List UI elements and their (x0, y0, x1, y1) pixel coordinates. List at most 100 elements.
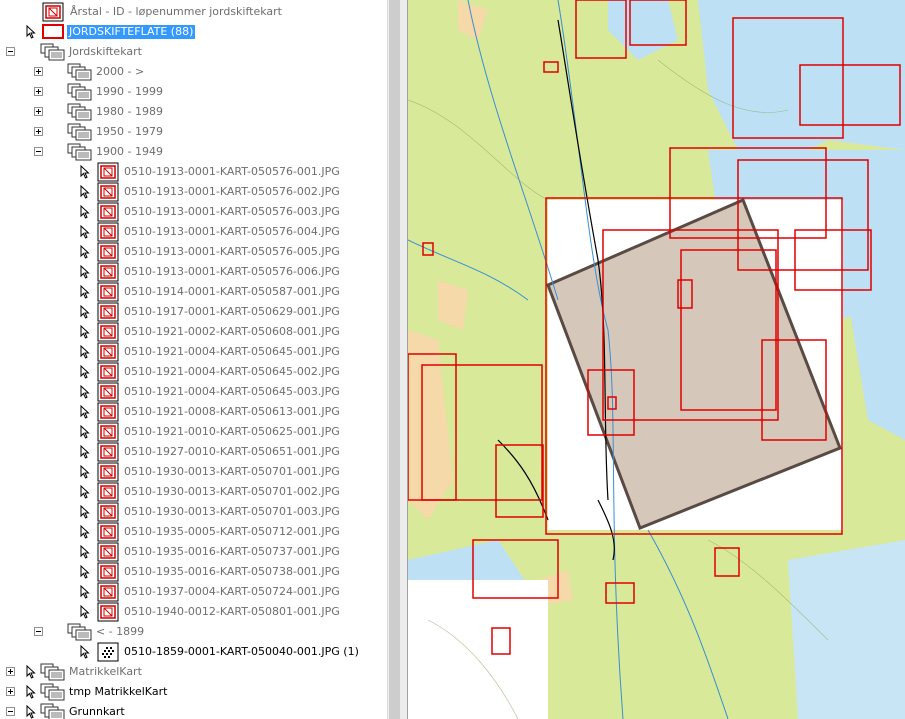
raster-symbol-icon (97, 302, 119, 322)
expand-toggle-icon[interactable] (34, 107, 43, 116)
raster-item-label: 0510-1913-0001-KART-050576-005.JPG (124, 245, 340, 258)
subgroup-label: 1990 - 1999 (96, 85, 163, 98)
raster-symbol-icon (97, 282, 119, 302)
raster-item-row[interactable]: 0510-1913-0001-KART-050576-004.JPG (0, 222, 387, 242)
raster-item-label: 0510-1937-0004-KART-050724-001.JPG (124, 585, 340, 598)
raster-symbol-icon (97, 522, 119, 542)
raster-item-label: 0510-1927-0010-KART-050651-001.JPG (124, 445, 340, 458)
raster-item-row[interactable]: 0510-1940-0012-KART-050801-001.JPG (0, 602, 387, 622)
panel-splitter[interactable] (400, 0, 408, 719)
map-view[interactable] (408, 0, 905, 719)
raster-item-label: 0510-1913-0001-KART-050576-006.JPG (124, 265, 340, 278)
tree-row-subgroup[interactable]: 2000 - > (0, 62, 387, 82)
expand-toggle-icon[interactable] (6, 667, 15, 676)
raster-symbol-icon (97, 422, 119, 442)
raster-symbol-icon (97, 162, 119, 182)
raster-item-row[interactable]: 0510-1935-0016-KART-050737-001.JPG (0, 542, 387, 562)
raster-item-label: 0510-1913-0001-KART-050576-003.JPG (124, 205, 340, 218)
raster-item-row[interactable]: 0510-1930-0013-KART-050701-001.JPG (0, 462, 387, 482)
raster-item-row[interactable]: 0510-1913-0001-KART-050576-005.JPG (0, 242, 387, 262)
collapse-toggle-icon[interactable] (6, 707, 15, 716)
pointer-icon (80, 385, 90, 399)
pointer-icon (80, 485, 90, 499)
pointer-icon (80, 265, 90, 279)
raster-item-label: 0510-1930-0013-KART-050701-002.JPG (124, 485, 340, 498)
raster-item-label: 0510-1921-0008-KART-050613-001.JPG (124, 405, 340, 418)
raster-item-row[interactable]: 0510-1914-0001-KART-050587-001.JPG (0, 282, 387, 302)
raster-item-row[interactable]: 0510-1913-0001-KART-050576-002.JPG (0, 182, 387, 202)
raster-item-label: 0510-1913-0001-KART-050576-002.JPG (124, 185, 340, 198)
pointer-icon (80, 565, 90, 579)
tree-row-group-jordskiftekart[interactable]: Jordskiftekart (0, 42, 387, 62)
pointer-icon (80, 525, 90, 539)
expand-toggle-icon[interactable] (34, 127, 43, 136)
tree-scrollbar[interactable] (387, 0, 401, 719)
tree-row-subgroup[interactable]: 1900 - 1949 (0, 142, 387, 162)
collapse-toggle-icon[interactable] (34, 147, 43, 156)
raster-item-row[interactable]: 0510-1935-0005-KART-050712-001.JPG (0, 522, 387, 542)
raster-symbol-icon (97, 262, 119, 282)
tree-row-bottom-group[interactable]: tmp MatrikkelKart (0, 682, 387, 702)
tree-row-subgroup[interactable]: 1980 - 1989 (0, 102, 387, 122)
pointer-icon (80, 205, 90, 219)
tree-row-bottom-group[interactable]: Grunnkart (0, 702, 387, 719)
raster-symbol-icon (97, 482, 119, 502)
pointer-icon (80, 305, 90, 319)
collapse-toggle-icon[interactable] (6, 47, 15, 56)
raster-item-row[interactable]: 0510-1921-0004-KART-050645-001.JPG (0, 342, 387, 362)
tree-row-top-layer[interactable]: Årstal - ID - løpenummer jordskiftekart (0, 2, 387, 22)
raster-item-row[interactable]: 0510-1921-0008-KART-050613-001.JPG (0, 402, 387, 422)
scrollbar-thumb[interactable] (389, 0, 400, 719)
tree-row-subgroup[interactable]: 1990 - 1999 (0, 82, 387, 102)
bottom-group-label: tmp MatrikkelKart (69, 685, 168, 698)
subgroup-label: 2000 - > (96, 65, 145, 78)
expand-toggle-icon[interactable] (34, 87, 43, 96)
raster-symbol-icon (97, 342, 119, 362)
pointer-icon (80, 545, 90, 559)
top-layer-label: Årstal - ID - løpenummer jordskiftekart (70, 5, 282, 18)
collapse-toggle-icon[interactable] (34, 627, 43, 636)
raster-item-label: 0510-1913-0001-KART-050576-001.JPG (124, 165, 340, 178)
raster-symbol-icon (97, 502, 119, 522)
raster-item-row[interactable]: 0510-1921-0004-KART-050645-002.JPG (0, 362, 387, 382)
group-label: Jordskiftekart (69, 45, 142, 58)
raster-item-row[interactable]: 0510-1913-0001-KART-050576-001.JPG (0, 162, 387, 182)
raster-item-label: 0510-1914-0001-KART-050587-001.JPG (124, 285, 340, 298)
group-layer-icon (40, 43, 65, 61)
group-layer-icon (67, 63, 92, 81)
raster-item-label: 0510-1930-0013-KART-050701-001.JPG (124, 465, 340, 478)
raster-item-row[interactable]: 0510-1917-0001-KART-050629-001.JPG (0, 302, 387, 322)
raster-item-row[interactable]: 0510-1935-0016-KART-050738-001.JPG (0, 562, 387, 582)
tree-row-subgroup[interactable]: 1950 - 1979 (0, 122, 387, 142)
expand-toggle-icon[interactable] (6, 687, 15, 696)
raster-item-row[interactable]: 0510-1930-0013-KART-050701-002.JPG (0, 482, 387, 502)
subgroup-label: 1980 - 1989 (96, 105, 163, 118)
raster-item-row[interactable]: 0510-1913-0001-KART-050576-006.JPG (0, 262, 387, 282)
raster-item-row[interactable]: 0510-1937-0004-KART-050724-001.JPG (0, 582, 387, 602)
raster-item-label: 0510-1940-0012-KART-050801-001.JPG (124, 605, 340, 618)
pointer-icon (80, 645, 90, 659)
pointer-icon (80, 425, 90, 439)
tree-row-selected-layer[interactable]: JORDSKIFTEFLATE (88) (0, 22, 387, 42)
layer-tree-panel: Årstal - ID - løpenummer jordskiftekart … (0, 0, 387, 719)
raster-item-row[interactable]: 0510-1921-0010-KART-050625-001.JPG (0, 422, 387, 442)
raster-item-row[interactable]: 0510-1921-0002-KART-050608-001.JPG (0, 322, 387, 342)
group-layer-icon (40, 703, 65, 719)
raster-item-row[interactable]: 0510-1913-0001-KART-050576-003.JPG (0, 202, 387, 222)
raster-item-row[interactable]: 0510-1921-0004-KART-050645-003.JPG (0, 382, 387, 402)
tree-row-bottom-group[interactable]: MatrikkelKart (0, 662, 387, 682)
map-canvas[interactable] (408, 0, 905, 719)
tree-row-subgroup-old[interactable]: < - 1899 (0, 622, 387, 642)
pointer-icon (80, 285, 90, 299)
pointer-icon (80, 225, 90, 239)
expand-toggle-icon[interactable] (34, 67, 43, 76)
raster-item-row[interactable]: 0510-1927-0010-KART-050651-001.JPG (0, 442, 387, 462)
group-layer-icon (67, 103, 92, 121)
raster-symbol-icon (42, 2, 64, 22)
raster-symbol-icon (97, 462, 119, 482)
group-layer-icon (67, 623, 92, 641)
tree-row-old-item[interactable]: 0510-1859-0001-KART-050040-001.JPG (1) (0, 642, 387, 662)
raster-item-row[interactable]: 0510-1930-0013-KART-050701-003.JPG (0, 502, 387, 522)
pointer-icon (80, 605, 90, 619)
pointer-icon (80, 505, 90, 519)
